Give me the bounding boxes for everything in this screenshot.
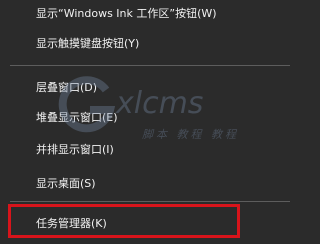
menu-item-label: 并排显示窗口(I) [36, 143, 114, 156]
menu-item-label: 显示桌面(S) [36, 177, 96, 190]
highlight-box [8, 204, 240, 238]
menu-item-show-desktop[interactable]: 显示桌面(S) [0, 172, 300, 196]
menu-separator [10, 65, 290, 66]
menu-item-label: 层叠窗口(D) [36, 81, 98, 94]
menu-item-label: 显示触摸键盘按钮(Y) [36, 37, 140, 50]
menu-item-stack-windows[interactable]: 堆叠显示窗口(E) [0, 106, 300, 130]
menu-item-cascade-windows[interactable]: 层叠窗口(D) [0, 76, 300, 100]
menu-item-label: 堆叠显示窗口(E) [36, 111, 118, 124]
menu-item-label: 显示“Windows Ink 工作区”按钮(W) [36, 7, 217, 20]
menu-separator [10, 201, 290, 202]
menu-item-side-by-side-windows[interactable]: 并排显示窗口(I) [0, 138, 300, 162]
taskbar-context-menu: 显示“Windows Ink 工作区”按钮(W) 显示触摸键盘按钮(Y) 层叠窗… [0, 0, 300, 244]
menu-item-show-windows-ink-button[interactable]: 显示“Windows Ink 工作区”按钮(W) [0, 2, 300, 26]
menu-item-show-touch-keyboard-button[interactable]: 显示触摸键盘按钮(Y) [0, 32, 300, 56]
